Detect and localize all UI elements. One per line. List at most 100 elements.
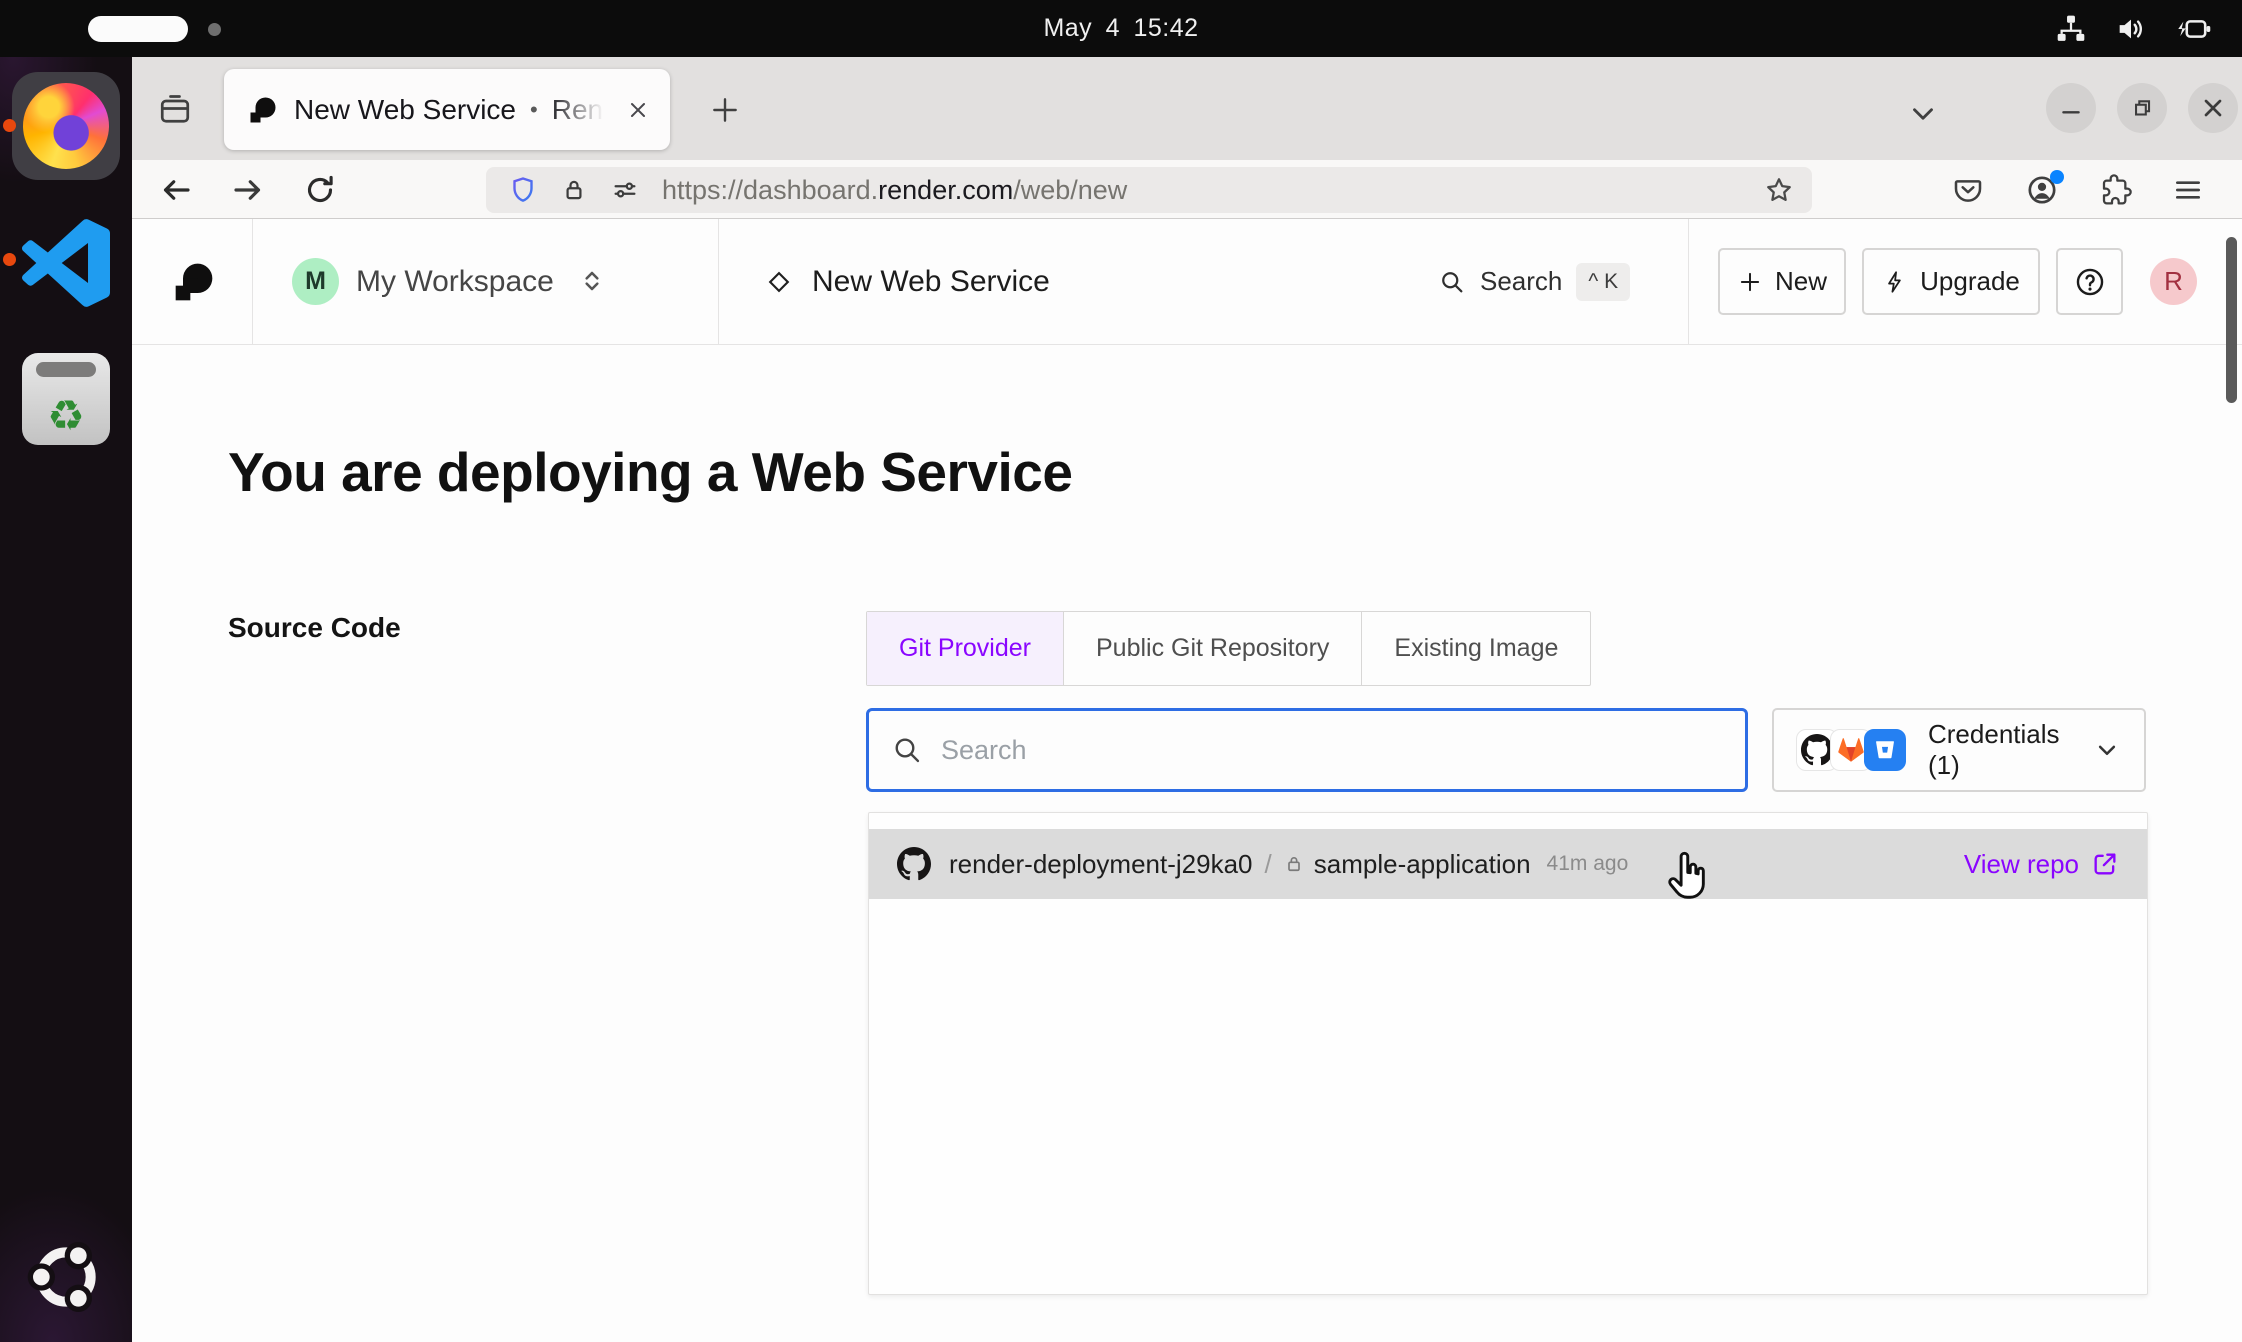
trash-lid bbox=[36, 362, 96, 377]
firefox-view-button[interactable] bbox=[152, 87, 198, 133]
browser-tab-strip: New Web Service • Rend bbox=[132, 57, 2242, 160]
repo-search-input[interactable] bbox=[941, 735, 1723, 766]
header-divider bbox=[252, 219, 253, 344]
workspace-avatar[interactable]: M bbox=[292, 258, 339, 305]
battery-charging-icon bbox=[2174, 12, 2212, 46]
firefox-running-dot bbox=[3, 119, 16, 132]
restore-icon bbox=[2129, 95, 2155, 121]
bookmark-star-icon[interactable] bbox=[1764, 175, 1794, 205]
puzzle-icon bbox=[2100, 174, 2132, 206]
url-text[interactable]: https://dashboard.render.com/web/new bbox=[662, 175, 1764, 206]
repo-separator: / bbox=[1265, 849, 1272, 880]
render-favicon bbox=[248, 95, 278, 125]
window-maximize-button[interactable] bbox=[2117, 83, 2167, 133]
minimize-icon bbox=[2058, 95, 2084, 121]
tab-close-icon[interactable] bbox=[626, 98, 650, 122]
search-icon bbox=[1438, 268, 1466, 296]
vscode-icon bbox=[22, 219, 110, 307]
firefox-view-icon bbox=[157, 92, 193, 128]
hamburger-icon bbox=[2172, 174, 2204, 206]
tracking-shield-icon[interactable] bbox=[508, 175, 538, 205]
source-tabs: Git Provider Public Git Repository Exist… bbox=[866, 611, 1591, 686]
tab-existing-image[interactable]: Existing Image bbox=[1362, 612, 1590, 685]
permissions-icon[interactable] bbox=[610, 175, 640, 205]
menu-button[interactable] bbox=[2166, 168, 2210, 212]
account-button[interactable] bbox=[2020, 168, 2064, 212]
user-avatar[interactable]: R bbox=[2150, 258, 2197, 305]
back-arrow-icon bbox=[158, 172, 194, 208]
browser-tab-active[interactable]: New Web Service • Rend bbox=[224, 69, 670, 150]
lock-icon[interactable] bbox=[560, 176, 588, 204]
tab-title-fade bbox=[548, 77, 618, 141]
upgrade-button[interactable]: Upgrade bbox=[1862, 248, 2040, 315]
new-button[interactable]: New bbox=[1718, 248, 1846, 315]
list-all-tabs-button[interactable] bbox=[1900, 91, 1946, 137]
tab-git-provider[interactable]: Git Provider bbox=[867, 612, 1064, 685]
network-icon bbox=[2054, 12, 2088, 46]
forward-arrow-icon bbox=[230, 172, 266, 208]
external-link-icon bbox=[2091, 850, 2119, 878]
workspace-indicator-pill[interactable] bbox=[88, 16, 188, 42]
ubuntu-logo-icon bbox=[26, 1237, 106, 1317]
dock-trash-item[interactable]: ♻ bbox=[12, 345, 120, 453]
credentials-label: Credentials (1) bbox=[1928, 719, 2092, 781]
plus-icon bbox=[709, 94, 741, 126]
reload-button[interactable] bbox=[298, 168, 342, 212]
pocket-button[interactable] bbox=[1946, 168, 1990, 212]
page-scrollbar-thumb[interactable] bbox=[2226, 237, 2237, 403]
help-button[interactable] bbox=[2056, 248, 2123, 315]
repo-list: render-deployment-j29ka0 / sample-applic… bbox=[868, 812, 2148, 1295]
vscode-running-dot bbox=[3, 253, 16, 266]
volume-icon bbox=[2114, 12, 2148, 46]
dock-vscode-item[interactable] bbox=[12, 209, 120, 317]
system-clock[interactable]: May 4 15:42 bbox=[0, 0, 2242, 57]
firefox-icon bbox=[23, 83, 109, 169]
system-top-bar: May 4 15:42 bbox=[0, 0, 2242, 57]
window-close-button[interactable] bbox=[2188, 83, 2238, 133]
search-label: Search bbox=[1480, 266, 1562, 297]
tab-public-git-repository[interactable]: Public Git Repository bbox=[1064, 612, 1362, 685]
dock: ♻ bbox=[0, 57, 132, 1342]
system-tray[interactable] bbox=[2054, 0, 2212, 57]
credential-provider-icons bbox=[1796, 729, 1906, 771]
chevron-down-icon bbox=[1906, 97, 1940, 131]
source-code-label: Source Code bbox=[228, 612, 401, 644]
workspace-indicator-dot[interactable] bbox=[208, 23, 221, 36]
credentials-dropdown[interactable]: Credentials (1) bbox=[1772, 708, 2146, 792]
github-icon bbox=[897, 847, 931, 881]
back-button[interactable] bbox=[154, 168, 198, 212]
close-icon bbox=[2199, 94, 2227, 122]
repo-row[interactable]: render-deployment-j29ka0 / sample-applic… bbox=[869, 829, 2147, 899]
extensions-button[interactable] bbox=[2094, 168, 2138, 212]
render-logo-icon[interactable] bbox=[172, 260, 216, 304]
dock-firefox-item[interactable] bbox=[12, 72, 120, 180]
question-icon bbox=[2073, 265, 2107, 299]
web-service-diamond-icon bbox=[764, 267, 794, 297]
mouse-cursor bbox=[1664, 850, 1714, 904]
url-bar[interactable]: https://dashboard.render.com/web/new bbox=[486, 167, 1812, 213]
repo-name: sample-application bbox=[1314, 849, 1531, 880]
repo-search-box[interactable] bbox=[866, 708, 1748, 792]
forward-button[interactable] bbox=[226, 168, 270, 212]
plus-icon bbox=[1737, 269, 1763, 295]
reload-icon bbox=[302, 172, 338, 208]
workspace-caret-icon[interactable] bbox=[576, 265, 608, 297]
repo-owner: render-deployment-j29ka0 bbox=[949, 849, 1253, 880]
desktop: May 4 15:42 bbox=[0, 0, 2242, 1342]
global-search-button[interactable]: Search ^ K bbox=[1438, 219, 1630, 344]
window-minimize-button[interactable] bbox=[2046, 83, 2096, 133]
new-tab-button[interactable] bbox=[702, 87, 748, 133]
pocket-icon bbox=[1952, 174, 1984, 206]
search-shortcut-badge: ^ K bbox=[1576, 263, 1630, 301]
lightning-icon bbox=[1882, 269, 1908, 295]
render-app-header: M My Workspace New Web Service Search ^ … bbox=[132, 219, 2242, 345]
workspace-selector[interactable]: My Workspace bbox=[356, 219, 554, 344]
view-repo-link[interactable]: View repo bbox=[1964, 849, 2119, 880]
account-notification-dot bbox=[2050, 170, 2064, 184]
header-divider bbox=[718, 219, 719, 344]
page-heading: You are deploying a Web Service bbox=[228, 440, 1072, 504]
chevron-down-icon bbox=[2092, 735, 2122, 765]
dock-show-apps-item[interactable] bbox=[12, 1223, 120, 1331]
repo-updated: 41m ago bbox=[1547, 852, 1964, 876]
breadcrumb-page-title: New Web Service bbox=[812, 219, 1050, 344]
